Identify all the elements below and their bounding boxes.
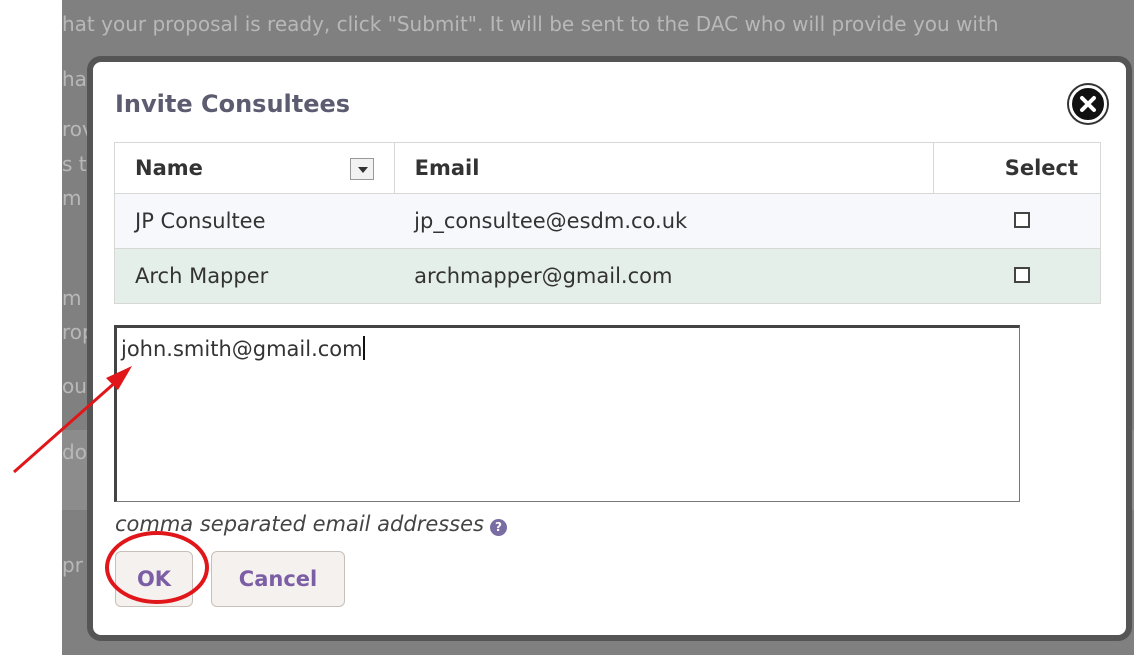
table-row[interactable]: Arch Mapper archmapper@gmail.com	[114, 248, 1101, 304]
background-text: s t	[62, 152, 87, 176]
consultee-email: archmapper@gmail.com	[394, 248, 934, 304]
consultee-name: JP Consultee	[114, 193, 395, 249]
column-menu-dropdown-icon[interactable]	[349, 158, 374, 180]
help-icon[interactable]: ?	[490, 519, 507, 536]
background-text: m	[62, 286, 82, 310]
select-checkbox[interactable]	[1013, 212, 1030, 228]
text-caret	[362, 336, 365, 360]
table-row[interactable]: JP Consultee jp_consultee@esdm.co.uk	[114, 193, 1101, 249]
dialog-title: Invite Consultees	[115, 90, 351, 118]
column-header-email[interactable]: Email	[393, 142, 935, 194]
invite-consultees-dialog: Invite Consultees Name Email Select JP C…	[87, 56, 1132, 641]
consultee-email: jp_consultee@esdm.co.uk	[394, 193, 934, 249]
background-text: ou	[62, 374, 87, 398]
annotation-circle	[105, 531, 209, 604]
email-addresses-value: john.smith@gmail.com	[121, 337, 363, 361]
select-cell	[933, 193, 1101, 249]
close-icon	[1080, 96, 1096, 112]
close-button[interactable]	[1069, 85, 1107, 123]
cancel-button[interactable]: Cancel	[211, 551, 345, 607]
background-text: hat your proposal is ready, click "Submi…	[62, 12, 999, 36]
background-text: do	[62, 440, 87, 464]
column-header-select[interactable]: Select	[933, 142, 1101, 194]
select-checkbox[interactable]	[1013, 267, 1030, 283]
select-cell	[933, 248, 1101, 304]
background-text: m	[62, 186, 82, 210]
consultee-name: Arch Mapper	[114, 248, 395, 304]
consultees-table: Name Email Select JP Consultee jp_consul…	[114, 142, 1101, 304]
background-text: pr	[62, 553, 83, 577]
column-header-label: Name	[135, 156, 203, 180]
column-header-name[interactable]: Name	[114, 142, 395, 194]
table-header-row: Name Email Select	[114, 142, 1101, 194]
email-addresses-textarea[interactable]: john.smith@gmail.com	[114, 325, 1020, 502]
